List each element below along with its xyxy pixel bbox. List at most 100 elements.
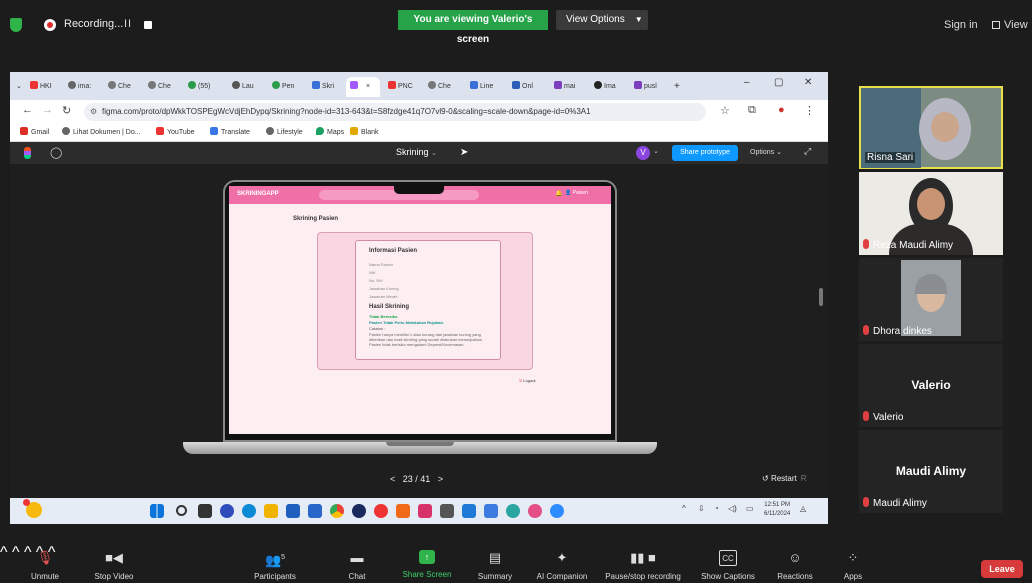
pause-recording-icon[interactable]: II <box>124 18 132 30</box>
docs-icon[interactable] <box>484 504 498 518</box>
browser-tab[interactable]: (55) <box>188 77 210 97</box>
search-icon[interactable] <box>176 505 187 516</box>
bookmark-maps[interactable]: Maps <box>316 127 344 136</box>
browser-tab[interactable]: mai <box>554 77 575 97</box>
share-screen-button[interactable]: ↑ Share Screen <box>398 544 456 583</box>
vscode-icon[interactable] <box>462 504 476 518</box>
restart-button[interactable]: ↺ Restart R <box>762 474 807 483</box>
copilot-icon[interactable] <box>220 504 234 518</box>
windows-start-icon[interactable] <box>150 504 164 518</box>
reactions-button[interactable]: ☺ Reactions <box>770 544 820 583</box>
logout-button[interactable]: ⎋ Logout <box>519 378 536 383</box>
address-bar[interactable]: ⚙ figma.com/proto/dpWkkTOSPEgWcVdjEhDypq/… <box>84 103 706 121</box>
participant-tile-maudi-alimy[interactable]: Maudi Alimy Maudi Alimy <box>859 430 1003 513</box>
next-frame-icon[interactable]: > <box>438 474 443 484</box>
weather-widget-icon[interactable] <box>23 499 42 518</box>
figma-logo-icon[interactable] <box>24 147 31 159</box>
browser-tab[interactable]: Che <box>428 77 451 97</box>
laptop-screen[interactable]: SKRININGAPP 🔔 👤 Pasien Skrining Pasien I… <box>229 186 611 434</box>
file-explorer-icon[interactable] <box>264 504 278 518</box>
stop-recording-icon[interactable] <box>144 21 152 29</box>
app-icon[interactable] <box>352 504 366 518</box>
zoom-icon[interactable] <box>550 504 564 518</box>
browser-tab[interactable]: ima: <box>68 77 91 97</box>
tab-list-icon[interactable]: ⌄ <box>16 77 22 97</box>
app-user-menu[interactable]: 👤 Pasien <box>565 190 588 196</box>
share-prototype-button[interactable]: Share prototype <box>672 145 738 161</box>
participant-tile-reza-maudi-alimy[interactable]: Reza Maudi Alimy <box>859 172 1003 255</box>
app-icon[interactable] <box>528 504 542 518</box>
maximize-icon[interactable]: ▢ <box>774 77 783 88</box>
chevron-down-icon[interactable]: ⌄ <box>653 147 659 155</box>
app-icon[interactable] <box>418 504 432 518</box>
participant-tile-dhora-dinkes[interactable]: Dhora dinkes <box>859 258 1003 341</box>
browser-tab[interactable]: Onl <box>512 77 533 97</box>
stop-video-button[interactable]: ■◀ Stop Video <box>84 544 144 583</box>
back-icon[interactable]: ← <box>22 104 33 116</box>
comment-icon[interactable]: ◯ <box>50 146 62 159</box>
usb-icon[interactable]: ⇩ <box>698 504 705 513</box>
new-tab-button[interactable]: + <box>674 77 680 97</box>
profile-avatar-icon[interactable]: ● <box>778 104 785 116</box>
participant-tile-risna-sari[interactable]: Risna Sari <box>859 86 1003 169</box>
wifi-icon[interactable]: ◔ <box>714 504 719 513</box>
close-tab-icon[interactable]: × <box>366 83 370 90</box>
browser-tab[interactable]: Che <box>148 77 171 97</box>
notification-bell-icon[interactable]: 🔔 <box>555 190 562 197</box>
close-window-icon[interactable]: ✕ <box>804 77 812 88</box>
forward-icon[interactable]: → <box>42 104 53 116</box>
battery-icon[interactable]: ▭ <box>746 504 754 513</box>
prev-frame-icon[interactable]: < <box>390 474 395 484</box>
browser-tab[interactable]: PNC <box>388 77 413 97</box>
browser-tab[interactable]: Che <box>108 77 131 97</box>
unmute-button[interactable]: 🎙 Unmute <box>18 544 72 583</box>
user-avatar[interactable]: V <box>636 146 650 160</box>
panel-resize-handle[interactable] <box>819 288 823 306</box>
bookmark-youtube[interactable]: YouTube <box>156 127 195 136</box>
app-icon[interactable] <box>440 504 454 518</box>
reload-icon[interactable]: ↻ <box>62 104 71 117</box>
security-shield-icon[interactable] <box>10 18 22 32</box>
browser-tab[interactable]: Ima <box>594 77 616 97</box>
leave-button[interactable]: Leave <box>981 560 1023 578</box>
site-info-icon[interactable]: ⚙ <box>90 103 97 121</box>
prototype-title[interactable]: Skrining ⌄ <box>396 147 437 157</box>
browser-tab[interactable]: pusl <box>634 77 657 97</box>
chat-button[interactable]: ▬ Chat <box>340 544 374 583</box>
app-icon[interactable] <box>506 504 520 518</box>
browser-tab[interactable]: Line <box>470 77 493 97</box>
ai-companion-button[interactable]: ✦ AI Companion <box>530 544 594 583</box>
view-button[interactable]: View <box>992 19 1028 31</box>
browser-tab[interactable]: Skri <box>312 77 334 97</box>
task-view-icon[interactable] <box>198 504 212 518</box>
pause-stop-recording-button[interactable]: ▮▮ ■ Pause/stop recording <box>600 544 686 583</box>
sign-in-link[interactable]: Sign in <box>944 19 978 31</box>
audio-options-chevron-icon[interactable]: ^ <box>0 544 8 561</box>
browser-tab[interactable]: Pen <box>272 77 294 97</box>
bookmark-translate[interactable]: Translate <box>210 127 250 136</box>
bookmark-gmail[interactable]: Gmail <box>20 127 49 136</box>
opera-icon[interactable] <box>374 504 388 518</box>
show-captions-button[interactable]: CC Show Captions <box>696 544 760 583</box>
extensions-icon[interactable]: ⧉ <box>748 104 756 117</box>
bookmark-star-icon[interactable]: ☆ <box>720 104 730 117</box>
bookmark-lihat-dokumen[interactable]: Lihat Dokumen | Do... <box>62 127 141 136</box>
browser-tab[interactable]: HKI <box>30 77 52 97</box>
browser-tab[interactable]: Lau <box>232 77 254 97</box>
minimize-icon[interactable]: – <box>744 77 750 88</box>
apps-button[interactable]: ⁘ Apps <box>838 544 868 583</box>
view-options-button[interactable]: View Options ▼ <box>556 10 648 30</box>
mail-icon[interactable] <box>308 504 322 518</box>
bookmark-lifestyle[interactable]: Lifestyle <box>266 127 303 136</box>
volume-icon[interactable]: ◁) <box>728 504 737 513</box>
participants-button[interactable]: 👥5 Participants <box>244 544 306 583</box>
expand-icon[interactable]: ⤢ <box>804 146 811 157</box>
summary-button[interactable]: ▤ Summary <box>472 544 518 583</box>
notification-bell-icon[interactable]: ◬ <box>800 504 806 513</box>
participant-tile-valerio[interactable]: Valerio Valerio <box>859 344 1003 427</box>
taskbar-clock[interactable]: 12:51 PM 6/11/2024 <box>764 501 790 519</box>
browser-tab-active[interactable]: × <box>346 77 380 97</box>
bookmark-blank[interactable]: Blank <box>350 127 379 136</box>
options-menu[interactable]: Options ⌄ <box>750 148 782 156</box>
browser-menu-icon[interactable]: ⋮ <box>804 104 815 117</box>
